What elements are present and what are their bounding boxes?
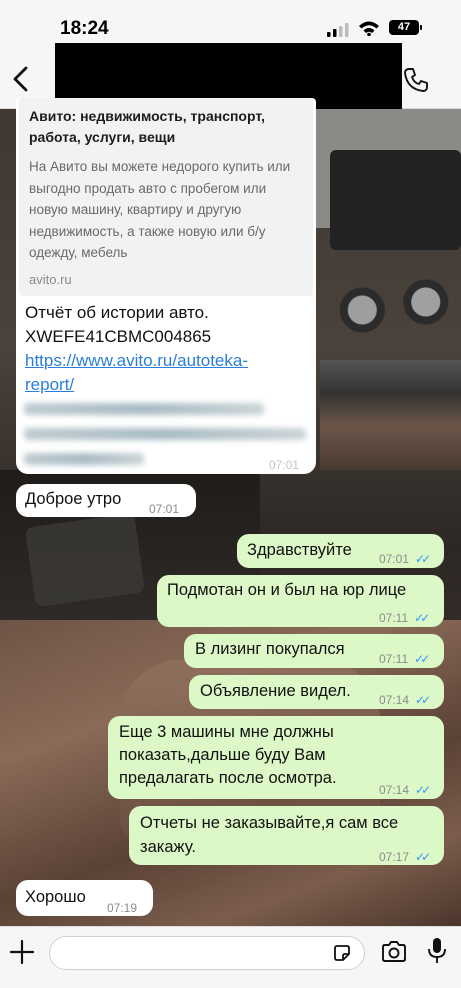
plus-icon[interactable] xyxy=(9,939,35,965)
message-time: 07:17 ✓✓ xyxy=(379,846,431,869)
time-label: 07:14 xyxy=(379,693,410,707)
message-text-line2: XWEFE41CBMC004865 xyxy=(25,327,212,346)
link-preview-description: На Авито вы можете недорого купить или в… xyxy=(29,159,291,260)
message-outgoing[interactable]: Подмотан он и был на юр лице 07:11 ✓✓ xyxy=(157,575,444,627)
wifi-icon xyxy=(359,21,379,36)
link-preview-card[interactable]: Авито: недвижимость, транспорт, работа, … xyxy=(19,98,313,296)
blurred-text xyxy=(24,428,306,440)
message-outgoing[interactable]: Объявление видел. 07:14 ✓✓ xyxy=(189,675,444,709)
read-checkmarks-icon: ✓✓ xyxy=(414,611,430,625)
message-time: 07:01 ✓✓ xyxy=(379,548,431,571)
message-time: 07:01 xyxy=(149,502,180,516)
message-link-preview[interactable]: Авито: недвижимость, транспорт, работа, … xyxy=(16,98,316,474)
time-label: 07:11 xyxy=(379,652,409,666)
sticker-icon[interactable] xyxy=(332,943,352,963)
message-text: Подмотан он и был на юр лице xyxy=(167,581,407,599)
message-time: 07:14 ✓✓ xyxy=(379,779,431,802)
phone-icon[interactable] xyxy=(402,66,430,94)
composer-bar xyxy=(0,926,461,988)
battery-level: 47 xyxy=(397,21,411,33)
cellular-signal-icon xyxy=(327,23,349,37)
message-input[interactable] xyxy=(49,936,365,970)
time-label: 07:01 xyxy=(379,552,410,566)
read-checkmarks-icon: ✓✓ xyxy=(415,552,431,566)
message-text: Объявление видел. xyxy=(200,682,351,700)
message-outgoing[interactable]: Еще 3 машины мне должны показать,дальше … xyxy=(108,716,444,799)
microphone-icon[interactable] xyxy=(427,936,447,966)
read-checkmarks-icon: ✓✓ xyxy=(415,850,431,864)
message-link-line1[interactable]: https://www.avito.ru/autoteka- xyxy=(25,349,248,373)
time-label: 07:11 xyxy=(379,611,409,625)
time-label: 07:14 xyxy=(379,783,410,797)
link-preview-domain: avito.ru xyxy=(29,272,72,287)
message-outgoing[interactable]: В лизинг покупался 07:11 ✓✓ xyxy=(184,634,444,668)
message-text: Доброе утро xyxy=(25,490,122,508)
time-label: 07:17 xyxy=(379,850,410,864)
clock: 18:24 xyxy=(60,18,109,39)
read-checkmarks-icon: ✓✓ xyxy=(415,693,431,707)
message-text: В лизинг покупался xyxy=(195,640,345,658)
battery-icon: 47 xyxy=(389,20,419,35)
message-time: 07:11 ✓✓ xyxy=(379,607,430,630)
message-link-line2[interactable]: report/ xyxy=(25,373,248,397)
message-incoming[interactable]: Доброе утро 07:01 xyxy=(16,484,196,517)
message-incoming[interactable]: Хорошо 07:19 xyxy=(16,880,153,916)
message-time: 07:01 xyxy=(269,458,300,472)
message-text: Еще 3 машины мне должны показать,дальше … xyxy=(119,723,337,787)
message-time: 07:11 ✓✓ xyxy=(379,648,430,671)
link-preview-title: Авито: недвижимость, транспорт, работа, … xyxy=(29,108,266,145)
read-checkmarks-icon: ✓✓ xyxy=(415,783,431,797)
message-text: Хорошо xyxy=(25,888,86,906)
message-link[interactable]: https://www.avito.ru/autoteka- report/ xyxy=(25,349,248,397)
message-text-line1: Отчёт об истории авто. xyxy=(25,303,209,322)
message-outgoing[interactable]: Отчеты не заказывайте,я сам все закажу. … xyxy=(129,806,444,865)
message-outgoing[interactable]: Здравствуйте 07:01 ✓✓ xyxy=(237,534,444,568)
battery-cap xyxy=(420,25,422,30)
read-checkmarks-icon: ✓✓ xyxy=(414,652,430,666)
message-text: Здравствуйте xyxy=(247,541,352,559)
blurred-text xyxy=(24,453,144,465)
message-time: 07:19 xyxy=(107,901,138,915)
chevron-left-icon[interactable] xyxy=(6,62,36,96)
camera-icon[interactable] xyxy=(380,940,408,964)
message-time: 07:14 ✓✓ xyxy=(379,689,431,712)
blurred-text xyxy=(24,403,264,415)
